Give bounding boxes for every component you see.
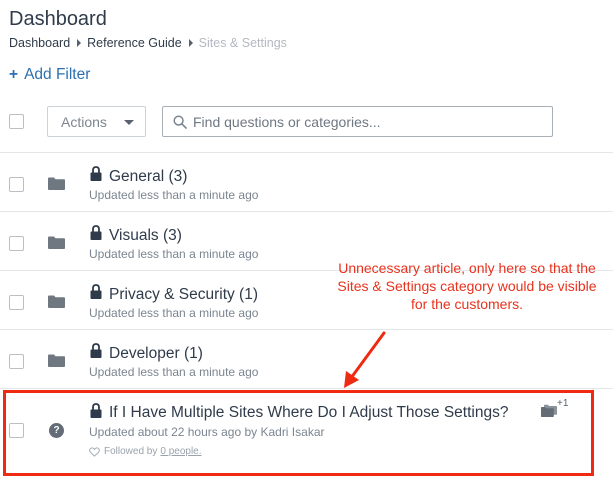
category-title[interactable]: General (3) — [109, 168, 187, 186]
caret-down-icon — [124, 120, 134, 125]
lock-icon — [90, 343, 102, 358]
plus-icon: + — [9, 66, 19, 83]
breadcrumb-item-current: Sites & Settings — [198, 36, 287, 50]
category-title[interactable]: Privacy & Security (1) — [109, 286, 258, 304]
category-title[interactable]: Developer (1) — [109, 345, 203, 363]
search-icon — [173, 115, 187, 129]
breadcrumb: Dashboard Reference Guide Sites & Settin… — [9, 36, 287, 50]
chevron-right-icon — [188, 39, 193, 47]
folder-icon — [48, 236, 65, 249]
row-checkbox[interactable] — [9, 295, 24, 310]
actions-label: Actions — [61, 114, 107, 130]
category-updated: Updated less than a minute ago — [89, 365, 259, 379]
add-filter-button[interactable]: + Add Filter — [9, 66, 90, 84]
category-row-general[interactable]: General (3) Updated less than a minute a… — [0, 153, 613, 211]
search-box[interactable] — [162, 106, 553, 137]
breadcrumb-item-dashboard[interactable]: Dashboard — [9, 36, 70, 50]
folder-icon — [48, 295, 65, 308]
annotation-highlight-box — [3, 390, 594, 476]
category-updated: Updated less than a minute ago — [89, 188, 259, 202]
row-checkbox[interactable] — [9, 354, 24, 369]
divider — [0, 388, 613, 389]
lock-icon — [90, 225, 102, 240]
annotation-arrow-icon — [344, 331, 386, 388]
row-checkbox[interactable] — [9, 236, 24, 251]
select-all-checkbox[interactable] — [9, 114, 24, 129]
chevron-right-icon — [77, 39, 82, 47]
folder-icon — [48, 177, 65, 190]
category-updated: Updated less than a minute ago — [89, 247, 259, 261]
row-checkbox[interactable] — [9, 177, 24, 192]
folder-icon — [48, 354, 65, 367]
add-filter-label: Add Filter — [24, 66, 91, 83]
breadcrumb-item-reference-guide[interactable]: Reference Guide — [87, 36, 182, 50]
category-title[interactable]: Visuals (3) — [109, 227, 182, 245]
category-row-developer[interactable]: Developer (1) Updated less than a minute… — [0, 330, 613, 388]
lock-icon — [90, 166, 102, 181]
search-input[interactable] — [193, 108, 547, 135]
lock-icon — [90, 284, 102, 299]
category-updated: Updated less than a minute ago — [89, 306, 259, 320]
actions-dropdown[interactable]: Actions — [47, 106, 146, 137]
page-title: Dashboard — [9, 8, 107, 30]
annotation-text: Unnecessary article, only here so that t… — [337, 260, 597, 312]
